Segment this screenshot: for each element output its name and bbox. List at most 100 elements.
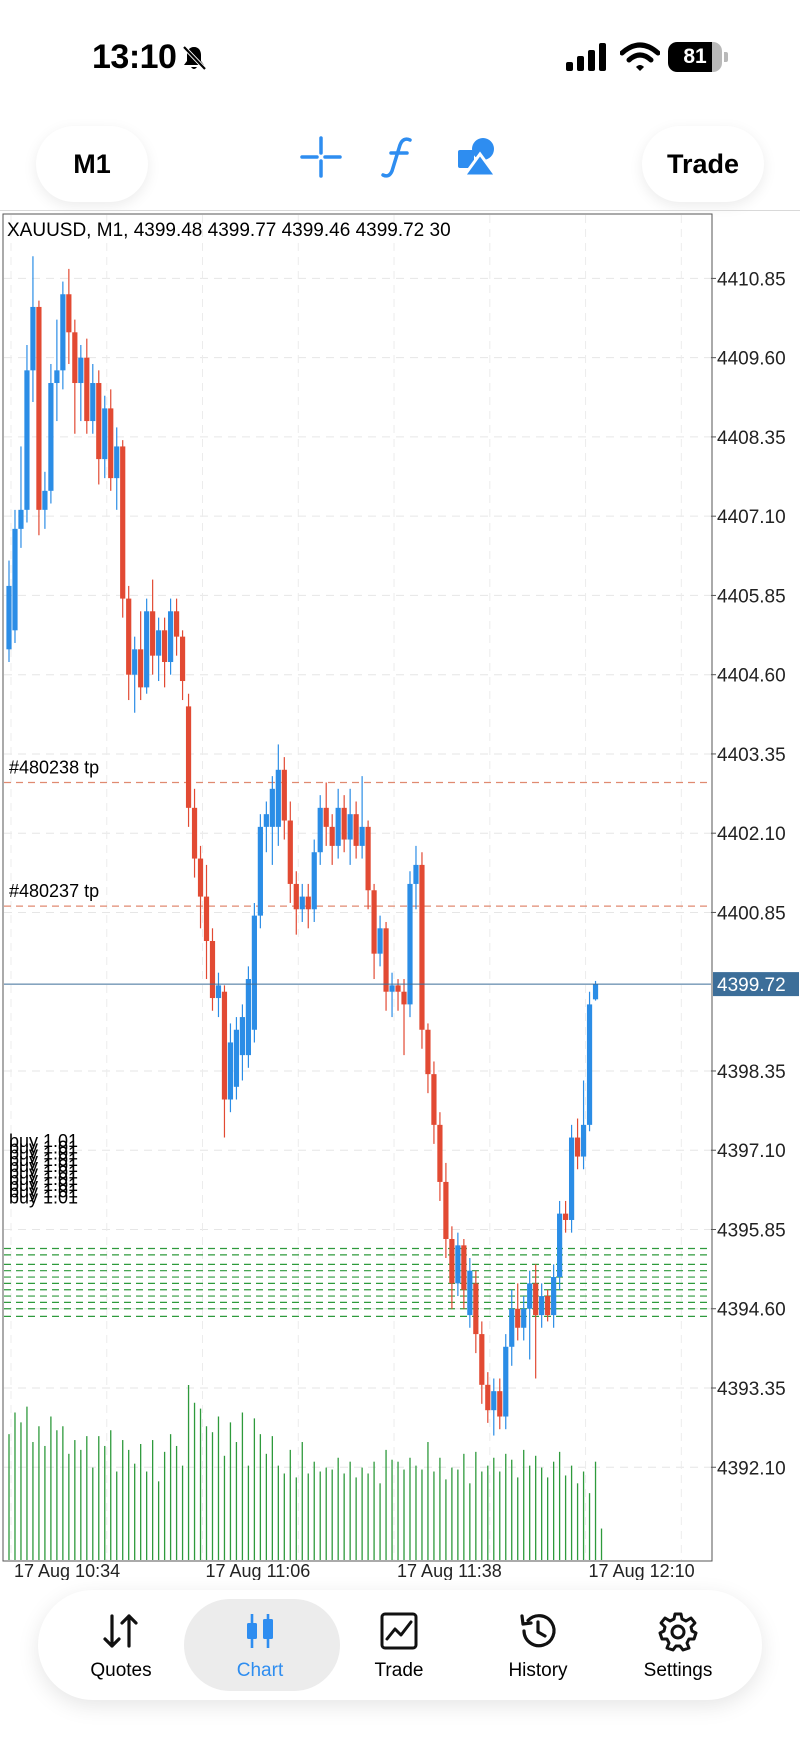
candle-body bbox=[437, 1124, 443, 1182]
candle-body bbox=[156, 630, 162, 656]
candle-body bbox=[395, 985, 401, 992]
nav-trade[interactable]: Trade bbox=[324, 1590, 474, 1700]
nav-settings-label: Settings bbox=[643, 1660, 713, 1681]
y-axis-label: 4395.85 bbox=[717, 1220, 786, 1241]
nav-history-label: History bbox=[508, 1660, 568, 1681]
indicators-function-icon[interactable] bbox=[376, 134, 422, 180]
candle-body bbox=[443, 1181, 449, 1239]
candle-body bbox=[281, 769, 287, 821]
candle-body bbox=[407, 883, 413, 1005]
wifi-icon bbox=[620, 42, 660, 71]
y-axis-label: 4407.10 bbox=[717, 507, 786, 528]
candle-body bbox=[353, 814, 359, 846]
candle-body bbox=[191, 807, 198, 859]
candle-body bbox=[473, 1283, 479, 1335]
candle-body bbox=[120, 446, 126, 599]
candle-body bbox=[233, 1029, 240, 1087]
candle-body bbox=[401, 991, 407, 1005]
settings-gear-icon bbox=[658, 1612, 698, 1652]
candle-body bbox=[60, 294, 66, 371]
candle-body bbox=[383, 928, 389, 992]
candle-body bbox=[227, 1042, 234, 1100]
history-clock-icon bbox=[520, 1614, 556, 1648]
y-axis-label: 4400.85 bbox=[717, 903, 786, 924]
trade-button[interactable]: Trade bbox=[642, 126, 764, 202]
candle-body bbox=[42, 490, 48, 510]
nav-history[interactable]: History bbox=[463, 1590, 613, 1700]
y-axis-label: 4410.85 bbox=[717, 269, 786, 290]
candle-body bbox=[299, 896, 305, 910]
candle-body bbox=[323, 807, 329, 827]
candle-body bbox=[431, 1074, 437, 1125]
candle-body bbox=[341, 807, 347, 840]
trade-chart-icon bbox=[380, 1612, 418, 1650]
bid-price-label: 4399.72 bbox=[717, 975, 786, 996]
bell-muted-icon bbox=[182, 45, 207, 71]
status-bar: 13:10 81 bbox=[0, 0, 800, 110]
candle-body bbox=[209, 940, 216, 999]
candle-body bbox=[317, 807, 323, 853]
y-axis-label: 4394.60 bbox=[717, 1300, 786, 1321]
candle-body bbox=[24, 370, 30, 510]
candle-body bbox=[275, 769, 281, 827]
crosshair-icon[interactable] bbox=[298, 134, 344, 180]
price-chart[interactable]: #480238 tp #480237 tp buy 1.01 buy 1.01 buy … bbox=[0, 212, 800, 1580]
nav-chart-label: Chart bbox=[236, 1660, 284, 1681]
nav-chart[interactable]: Chart bbox=[184, 1590, 340, 1700]
candle-body bbox=[150, 611, 156, 656]
x-axis-label: 17 Aug 12:10 bbox=[589, 1561, 695, 1580]
candle-body bbox=[568, 1137, 575, 1220]
candle-body bbox=[521, 1308, 527, 1328]
candle-body bbox=[173, 611, 180, 637]
candle-body bbox=[539, 1296, 545, 1316]
candle-body bbox=[455, 1245, 461, 1284]
x-axis-label: 17 Aug 11:38 bbox=[397, 1561, 502, 1580]
candle-body bbox=[72, 332, 78, 384]
chart-canvas[interactable]: #480238 tp#480237 tpbuy 1.01buy 1.01buy … bbox=[0, 212, 800, 1580]
candle-body bbox=[479, 1334, 485, 1385]
candle-body bbox=[221, 991, 228, 1100]
candle-body bbox=[311, 852, 317, 910]
candle-body bbox=[269, 788, 275, 827]
candle-body bbox=[503, 1346, 509, 1417]
candle-body bbox=[179, 636, 186, 682]
y-axis-label: 4393.35 bbox=[717, 1379, 786, 1400]
candle-body bbox=[132, 649, 138, 675]
take-profit-label: #480237 tp bbox=[9, 881, 99, 901]
drawing-objects-icon[interactable] bbox=[454, 134, 500, 180]
candle-body bbox=[18, 509, 24, 529]
battery-indicator: 81 bbox=[668, 42, 728, 72]
candle-body bbox=[167, 611, 174, 663]
candle-body bbox=[108, 408, 114, 479]
candle-body bbox=[425, 1029, 431, 1075]
candle-body bbox=[66, 294, 72, 333]
candle-body bbox=[377, 928, 383, 954]
y-axis-label: 4405.85 bbox=[717, 586, 786, 607]
candle-body bbox=[6, 585, 12, 650]
candle-body bbox=[185, 706, 192, 808]
x-axis-label: 17 Aug 10:34 bbox=[14, 1561, 120, 1580]
y-axis-label: 4408.35 bbox=[717, 428, 786, 449]
candle-body bbox=[90, 383, 96, 422]
toolbar-divider bbox=[0, 210, 800, 211]
y-axis-label: 4397.10 bbox=[717, 1141, 786, 1162]
y-axis-label: 4403.35 bbox=[717, 745, 786, 766]
candle-body bbox=[203, 896, 210, 941]
candle-body bbox=[551, 1277, 557, 1316]
y-axis-label: 4409.60 bbox=[717, 349, 786, 370]
chart-toolbar: M1 Trade bbox=[0, 110, 800, 210]
take-profit-label: #480238 tp bbox=[9, 757, 99, 777]
timeframe-button[interactable]: M1 bbox=[36, 126, 148, 202]
candle-body bbox=[305, 896, 311, 910]
y-axis-label: 4402.10 bbox=[717, 824, 786, 845]
candle-body bbox=[126, 598, 132, 675]
candle-body bbox=[251, 915, 257, 1030]
nav-settings[interactable]: Settings bbox=[603, 1590, 753, 1700]
candle-body bbox=[102, 408, 108, 460]
candlestick-chart-icon bbox=[247, 1614, 273, 1648]
candle-body bbox=[461, 1245, 467, 1290]
candle-body bbox=[335, 807, 341, 846]
candle-body bbox=[162, 630, 168, 663]
nav-quotes[interactable]: Quotes bbox=[46, 1590, 196, 1700]
candle-body bbox=[263, 814, 269, 827]
